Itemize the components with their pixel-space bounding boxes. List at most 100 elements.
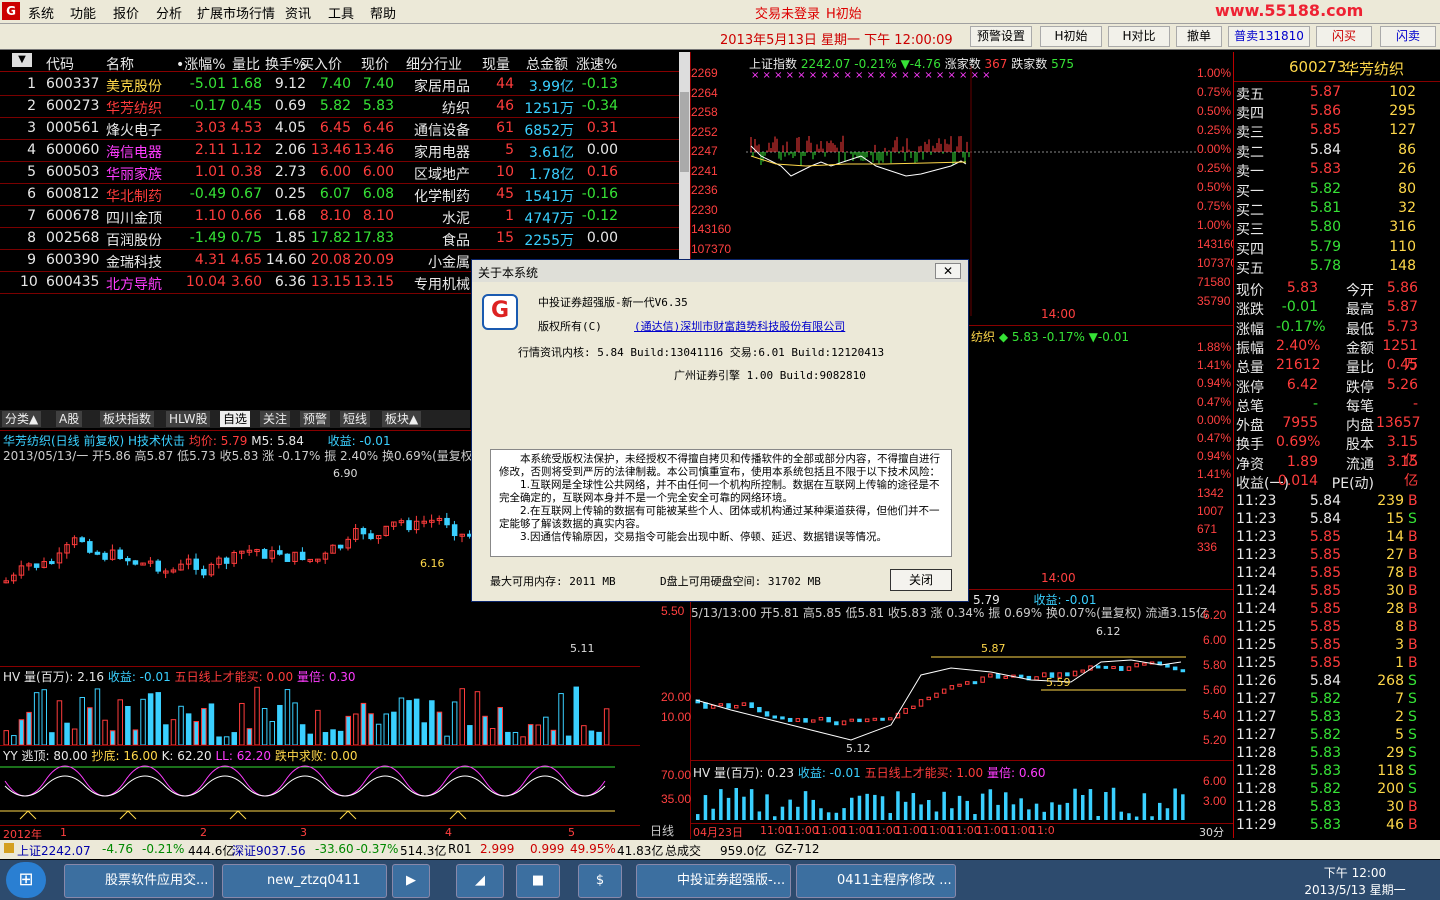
col-speed[interactable]: 涨速% (576, 54, 617, 74)
table-cell: 46 (496, 98, 514, 114)
volume-bar (520, 736, 526, 745)
table-cell: 华丽家族 (106, 167, 162, 183)
tab-sector[interactable]: 板块▲ (382, 411, 422, 427)
tab-alert[interactable]: 预警 (300, 411, 331, 427)
taskbar-doc[interactable]: 0411主程序修改 ... (796, 864, 956, 898)
normal-sell-button[interactable]: 普卖131810 (1228, 26, 1310, 47)
taskbar-ie[interactable]: 股票软件应用交... (64, 864, 214, 898)
clock-date[interactable]: 2013/5/13 星期一 (1300, 881, 1410, 898)
app-icon-1[interactable]: ◢ (456, 864, 504, 898)
m30-candle (934, 692, 939, 698)
axis-tick: 70.00 (661, 768, 692, 782)
axis-tick: 2230 (691, 202, 718, 217)
stock-min-quote: ◆ 5.83 -0.17% ▼-0.01 (998, 330, 1129, 344)
menu-ext-market[interactable]: 扩展市场行情 (197, 3, 275, 22)
volume-bar (102, 719, 108, 745)
axis-tick: 1.41% (1197, 467, 1232, 482)
table-cell: 0.38 (230, 164, 262, 180)
close-icon[interactable]: ✕ (935, 263, 961, 279)
m30-volume-bar (1165, 808, 1170, 820)
col-price[interactable]: 现价 (361, 54, 389, 74)
candle (406, 520, 412, 531)
clock-time[interactable]: 下午 12:00 (1300, 864, 1410, 881)
table-row[interactable]: 4 600060 海信电器 2.11 1.12 2.06 13.46 13.46 家用电器 5 3.… (0, 140, 680, 162)
m30-candle (1172, 666, 1178, 671)
h-init-link[interactable]: H初始 (826, 3, 862, 22)
col-industry[interactable]: 细分行业 (406, 54, 462, 74)
m30-candle (1080, 669, 1085, 673)
login-status[interactable]: 交易未登录 (755, 3, 820, 22)
volume-bar (269, 721, 275, 745)
candle (444, 517, 450, 526)
stat-row: 总笔 - 每笔 - (1236, 396, 1440, 415)
dialog-close-button[interactable]: 关闭 (890, 569, 952, 591)
table-row[interactable]: 2 600273 华芳纺织 -0.17 0.45 0.69 5.82 5.83 纺织 46 1251… (0, 96, 680, 118)
media-player-icon[interactable]: ▶ (392, 864, 430, 898)
stat-value: 5.26 (1386, 376, 1418, 393)
col-curvol[interactable]: 现量 (482, 54, 510, 74)
status-gz: GZ-712 (775, 842, 820, 856)
thirty-minute-panel[interactable]: 5.79 收益: -0.01 5/13/13:00 开5.81 高5.85 低5… (661, 589, 1234, 855)
table-cell: 华北制药 (106, 189, 162, 205)
dropdown-icon[interactable]: ▼ (12, 53, 32, 67)
menu-function[interactable]: 功能 (70, 3, 96, 22)
m30-candle (888, 717, 893, 721)
flash-sell-button[interactable]: 闪卖 (1380, 26, 1436, 47)
table-row[interactable]: 3 000561 烽火电子 3.03 4.53 4.05 6.45 6.46 通信设备 61 685… (0, 118, 680, 140)
taskbar-folder[interactable]: new_ztzq0411 (222, 864, 387, 898)
tab-follow[interactable]: 关注 (260, 411, 291, 427)
col-bid[interactable]: 买入价 (300, 54, 342, 74)
cancel-order-button[interactable]: 撤单 (1176, 26, 1222, 47)
dialog-titlebar[interactable]: 关于本系统 ✕ (472, 260, 968, 282)
flash-buy-button[interactable]: 闪买 (1316, 26, 1372, 47)
stat-value: 7955 (1282, 415, 1318, 432)
dollar-icon[interactable]: $ (578, 864, 622, 898)
table-row[interactable]: 6 600812 华北制药 -0.49 0.67 0.25 6.07 6.08 化学制药 45 15… (0, 184, 680, 206)
col-change[interactable]: •涨幅% (176, 54, 226, 74)
table-cell: 区域地产 (414, 167, 470, 183)
tab-hlw[interactable]: HLW股 (166, 411, 211, 427)
h-init-button[interactable]: H初始 (1040, 26, 1102, 47)
tab-category[interactable]: 分类▲ (2, 411, 42, 427)
table-row[interactable]: 7 600678 四川金顶 1.10 0.66 1.68 8.10 8.10 水泥 1 4747万 -… (0, 206, 680, 228)
warn-settings-button[interactable]: 预警设置 (970, 26, 1032, 47)
table-row[interactable]: 5 600503 华丽家族 1.01 0.38 2.73 6.00 6.00 区域地产 10 1.7… (0, 162, 680, 184)
taskbar-app[interactable]: 中投证券超强版-... (636, 864, 791, 898)
tab-ashare[interactable]: A股 (56, 411, 83, 427)
menu-system[interactable]: 系统 (28, 3, 54, 22)
tab-watchlist[interactable]: 自选 (220, 411, 251, 427)
tab-short[interactable]: 短线 (340, 411, 371, 427)
tick-side: B (1408, 583, 1418, 600)
menu-quote[interactable]: 报价 (113, 3, 139, 22)
h-compare-button[interactable]: H对比 (1108, 26, 1170, 47)
table-row[interactable]: 8 002568 百润股份 -1.49 0.75 1.85 17.82 17.83 食品 15 22… (0, 228, 680, 250)
stat-row: 振幅 2.40% 金额 1251万 (1236, 338, 1440, 373)
m30-volume-bar (1042, 811, 1046, 820)
app-icon-2[interactable]: ■ (516, 864, 560, 898)
dialog-copyright-link[interactable]: (通达信)深圳市财富趋势科技股份有限公司 (634, 318, 845, 334)
menu-help[interactable]: 帮助 (370, 3, 396, 22)
tick-volume: 8 (1395, 619, 1404, 636)
stat-row: 涨跌 -0.01 最高 5.87 (1236, 299, 1440, 318)
menu-analysis[interactable]: 分析 (156, 3, 182, 22)
stat-value: 5.73 (1386, 318, 1418, 335)
col-volratio[interactable]: 量比 (232, 54, 260, 74)
table-row[interactable]: 1 600337 美克股份 -5.01 1.68 9.12 7.40 7.40 家居用品 44 3.… (0, 74, 680, 96)
col-code[interactable]: 代码 (46, 54, 74, 74)
col-name[interactable]: 名称 (106, 54, 134, 74)
tab-sector-index[interactable]: 板块指数 (100, 411, 155, 427)
m30-volume-bar (742, 796, 746, 820)
menu-bar: G 系统 功能 报价 分析 扩展市场行情 资讯 工具 帮助 交易未登录 H初始 … (0, 0, 1440, 24)
table-cell: 0.00 (586, 230, 618, 246)
dialog-notice-box[interactable]: 本系统受版权法保护，未经授权不得擅自拷贝和传播软件的全部或部分内容，不得擅自进行… (490, 449, 952, 557)
start-button[interactable]: ⊞ (6, 862, 46, 898)
ad-banner[interactable]: www.55188.com (1215, 1, 1363, 20)
quote-price: 5.81 (1309, 200, 1341, 217)
tick-side: B (1408, 619, 1418, 636)
tick-volume: 2 (1395, 709, 1404, 726)
menu-tools[interactable]: 工具 (328, 3, 354, 22)
col-amount[interactable]: 总金额 (526, 54, 568, 74)
menu-info[interactable]: 资讯 (285, 3, 311, 22)
volume-bar (330, 729, 336, 745)
kline-tab[interactable]: 日线 (650, 822, 674, 839)
